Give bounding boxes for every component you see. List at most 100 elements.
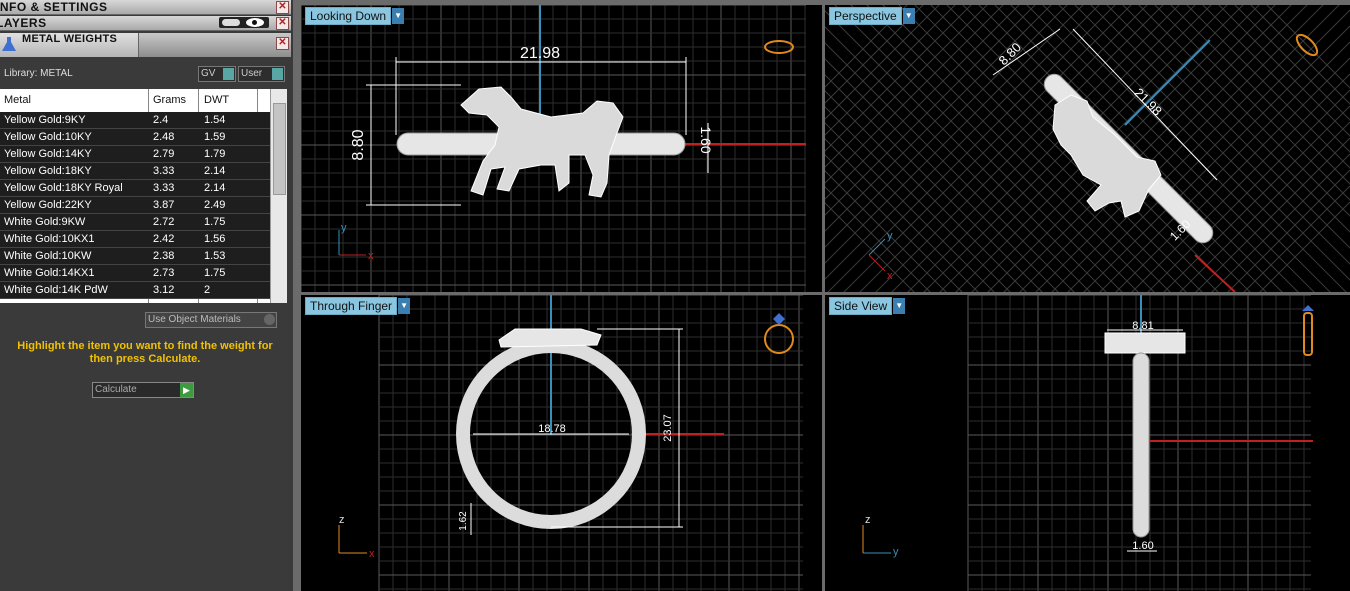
cell-dwt: 1.59 — [204, 131, 226, 143]
table-row[interactable]: Yellow Gold:18KY 3.33 2.14 — [0, 163, 270, 180]
dropdown-icon — [264, 314, 275, 325]
dimension-width: 21.98 — [520, 45, 560, 62]
column-header-grams[interactable]: Grams — [153, 94, 186, 106]
looking-down-canvas: 21.98 8.80 1.60 y x — [301, 5, 806, 292]
cell-grams: 2.4 — [153, 114, 169, 126]
axis-x-label: x — [368, 250, 374, 262]
through-finger-canvas: 18.78 23.07 1.62 z x — [338, 295, 803, 591]
layers-header[interactable]: LAYERS ✕ — [0, 16, 291, 31]
metal-table: Metal Grams DWT Yellow Gold:9KY 2.4 1.54 Ye… — [0, 89, 286, 303]
cell-dwt: 1.79 — [204, 148, 226, 160]
calculate-button[interactable]: Calculate ▶ — [92, 382, 194, 398]
cell-grams: 2.48 — [153, 131, 175, 143]
cell-metal: White Gold:14KX1 — [4, 267, 95, 279]
table-row[interactable]: White Gold:14K PdW 3.12 2 — [0, 282, 270, 299]
perspective-canvas: 8.80 21.98 1.60 y x — [825, 5, 1350, 292]
table-row[interactable]: White Gold:10KW 2.38 1.53 — [0, 248, 270, 265]
table-scrollbar[interactable] — [270, 89, 287, 303]
cell-metal: Yellow Gold:18KY — [4, 165, 92, 177]
viewport-label-perspective[interactable]: Perspective ▼ — [829, 7, 915, 25]
viewport-title: Perspective — [834, 9, 897, 23]
library-label: Library: METAL — [4, 68, 73, 79]
dropdown-icon[interactable]: ▼ — [893, 298, 906, 314]
use-object-materials-select[interactable]: Use Object Materials — [145, 312, 277, 328]
table-row[interactable]: Yellow Gold:9KY 2.4 1.54 — [0, 112, 270, 129]
cell-grams: 2.42 — [153, 233, 175, 245]
viewport-looking-down[interactable]: 21.98 8.80 1.60 y x Looking Down ▼ — [301, 5, 822, 292]
cell-dwt: 2.14 — [204, 182, 226, 194]
axis-y-label: y — [887, 230, 893, 242]
cell-dwt: 1.75 — [204, 267, 226, 279]
table-row[interactable]: Yellow Gold:18KY Royal 3.33 2.14 — [0, 180, 270, 197]
viewport-side-view[interactable]: 8.81 1.60 z y Side View ▼ — [825, 295, 1350, 591]
metal-weights-header[interactable]: METAL WEIGHTS ✕ — [0, 33, 291, 57]
toggle-icon[interactable] — [222, 19, 240, 26]
cell-metal: White Gold:9KW — [4, 216, 86, 228]
viewport-label-through-finger[interactable]: Through Finger ▼ — [305, 297, 411, 315]
dropdown-icon[interactable]: ▼ — [392, 8, 405, 24]
gv-toggle[interactable]: GV — [198, 66, 236, 82]
table-row[interactable]: White Gold:10KX1 2.42 1.56 — [0, 231, 270, 248]
cell-metal: Yellow Gold:18KY Royal — [4, 182, 123, 194]
table-row[interactable]: Yellow Gold:14KY 2.79 1.79 — [0, 146, 270, 163]
toggle-indicator-icon — [223, 68, 234, 80]
ring-orientation-icon[interactable] — [764, 324, 794, 354]
dimension-top-width: 8.81 — [1132, 320, 1153, 332]
dimension-thickness: 1.60 — [698, 126, 714, 153]
cell-grams: 2.73 — [153, 267, 175, 279]
side-view-canvas: 8.81 1.60 z y — [862, 295, 1314, 591]
cell-grams: 3.33 — [153, 165, 175, 177]
cell-dwt: 1.54 — [204, 114, 226, 126]
viewport-through-finger[interactable]: 18.78 23.07 1.62 z x Through Finger ▼ — [301, 295, 822, 591]
viewport-label-looking-down[interactable]: Looking Down ▼ — [305, 7, 405, 25]
left-panel: INFO & SETTINGS ✕ LAYERS ✕ METAL WEIGHTS… — [0, 0, 293, 591]
dropdown-icon[interactable]: ▼ — [902, 8, 915, 24]
cell-metal: Yellow Gold:9KY — [4, 114, 86, 126]
axis-x-label: x — [887, 270, 893, 282]
column-header-metal[interactable]: Metal — [4, 94, 31, 106]
use-object-materials-label: Use Object Materials — [148, 314, 241, 325]
cell-grams: 3.87 — [153, 199, 175, 211]
eye-icon-group[interactable] — [219, 17, 269, 28]
play-icon: ▶ — [180, 383, 193, 397]
metal-weights-title: METAL WEIGHTS — [22, 33, 118, 45]
calculate-label: Calculate — [95, 384, 137, 395]
close-icon[interactable]: ✕ — [276, 37, 289, 50]
viewport-title: Looking Down — [310, 9, 387, 23]
cell-grams: 2.72 — [153, 216, 175, 228]
dimension-height: 8.80 — [996, 40, 1025, 69]
user-label: User — [241, 68, 263, 79]
user-toggle[interactable]: User — [238, 66, 285, 82]
cell-metal: White Gold:10KX1 — [4, 233, 95, 245]
cell-dwt: 1.56 — [204, 233, 226, 245]
viewport-perspective[interactable]: 8.80 21.98 1.60 y x Perspective ▼ — [825, 5, 1350, 292]
table-row[interactable]: White Gold:14KX1 2.73 1.75 — [0, 265, 270, 282]
ring-orientation-icon[interactable] — [1303, 312, 1313, 356]
toggle-indicator-icon — [272, 68, 283, 80]
dropdown-icon[interactable]: ▼ — [398, 298, 411, 314]
cell-dwt: 1.75 — [204, 216, 226, 228]
cell-metal: White Gold:10KW — [4, 250, 92, 262]
scrollbar-thumb[interactable] — [273, 103, 286, 195]
cell-dwt: 2 — [204, 284, 211, 296]
cell-grams: 2.79 — [153, 148, 175, 160]
cell-metal: Yellow Gold:14KY — [4, 148, 92, 160]
viewport-title: Side View — [834, 299, 888, 313]
cell-dwt: 1.53 — [204, 250, 226, 262]
cell-dwt: 2.49 — [204, 199, 226, 211]
table-row[interactable]: Yellow Gold:10KY 2.48 1.59 — [0, 129, 270, 146]
table-row[interactable]: Yellow Gold:22KY 3.87 2.49 — [0, 197, 270, 214]
viewport-label-side-view[interactable]: Side View ▼ — [829, 297, 906, 315]
table-row[interactable]: White Gold:9KW 2.72 1.75 — [0, 214, 270, 231]
axis-x-label: x — [369, 548, 375, 560]
cell-grams: 2.38 — [153, 250, 175, 262]
info-settings-header[interactable]: INFO & SETTINGS ✕ — [0, 0, 291, 15]
metal-weights-tab[interactable]: METAL WEIGHTS — [0, 33, 139, 57]
layers-title: LAYERS — [0, 16, 47, 30]
cell-metal: White Gold:14K PdW — [4, 284, 108, 296]
close-icon[interactable]: ✕ — [276, 17, 289, 30]
eye-icon[interactable] — [246, 18, 264, 27]
flask-icon — [2, 37, 16, 51]
column-header-dwt[interactable]: DWT — [204, 94, 229, 106]
close-icon[interactable]: ✕ — [276, 1, 289, 14]
